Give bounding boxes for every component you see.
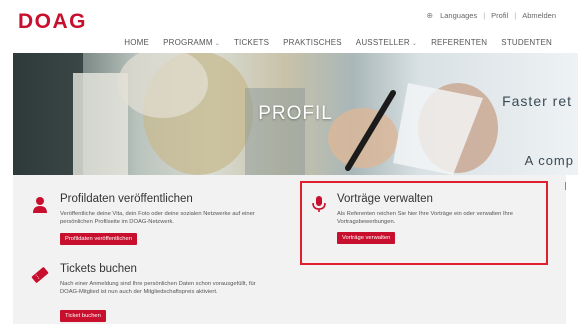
person-icon <box>33 197 47 213</box>
highlight-box <box>300 181 548 265</box>
nav-referenten[interactable]: REFERENTEN <box>431 38 487 47</box>
tickets-description: Nach einer Anmeldung sind Ihre persönlic… <box>60 281 256 295</box>
nav-programm[interactable]: PROGRAMM ⌄ <box>163 38 220 47</box>
abmelden-link[interactable]: Abmelden <box>522 11 556 20</box>
scrollbar-marker[interactable] <box>565 182 566 190</box>
nav-aussteller-label: AUSSTELLER <box>355 38 410 47</box>
separator: | <box>483 11 486 20</box>
main-navigation: HOME PROGRAMM ⌄ TICKETS PRAKTISCHES AUSST… <box>124 38 552 47</box>
hero-title: PROFIL <box>258 103 333 124</box>
globe-icon: ⊕ <box>426 11 434 20</box>
separator: | <box>514 11 517 20</box>
nav-home[interactable]: HOME <box>124 38 149 47</box>
profildaten-button[interactable]: Profildaten veröffentlichen <box>60 233 137 245</box>
doag-logo[interactable]: DOAG <box>18 10 87 34</box>
profil-link[interactable]: Profil <box>491 11 508 20</box>
nav-programm-label: PROGRAMM <box>163 38 213 47</box>
nav-tickets[interactable]: TICKETS <box>234 38 269 47</box>
chevron-down-icon: ⌄ <box>214 41 220 47</box>
nav-aussteller[interactable]: AUSSTELLER ⌄ <box>356 38 417 47</box>
tickets-title: Tickets buchen <box>60 263 137 275</box>
ticket-buchen-button[interactable]: Ticket buchen <box>60 310 106 322</box>
top-links: ⊕ Languages | Profil | Abmelden <box>426 11 556 20</box>
chevron-down-icon: ⌄ <box>411 41 418 47</box>
profildaten-title: Profildaten veröffentlichen <box>60 193 193 205</box>
hero-background-text: A comp <box>524 153 574 168</box>
languages-link[interactable]: Languages <box>440 11 477 20</box>
nav-praktisches[interactable]: PRAKTISCHES <box>283 38 342 47</box>
nav-studenten[interactable]: STUDENTEN <box>501 38 552 47</box>
profildaten-description: Veröffentliche deine Vita, dein Foto ode… <box>60 211 255 225</box>
ticket-icon <box>31 267 49 283</box>
hero-background-text: Faster ret <box>502 93 572 109</box>
hero-banner: PROFIL Faster ret A comp <box>13 53 578 175</box>
